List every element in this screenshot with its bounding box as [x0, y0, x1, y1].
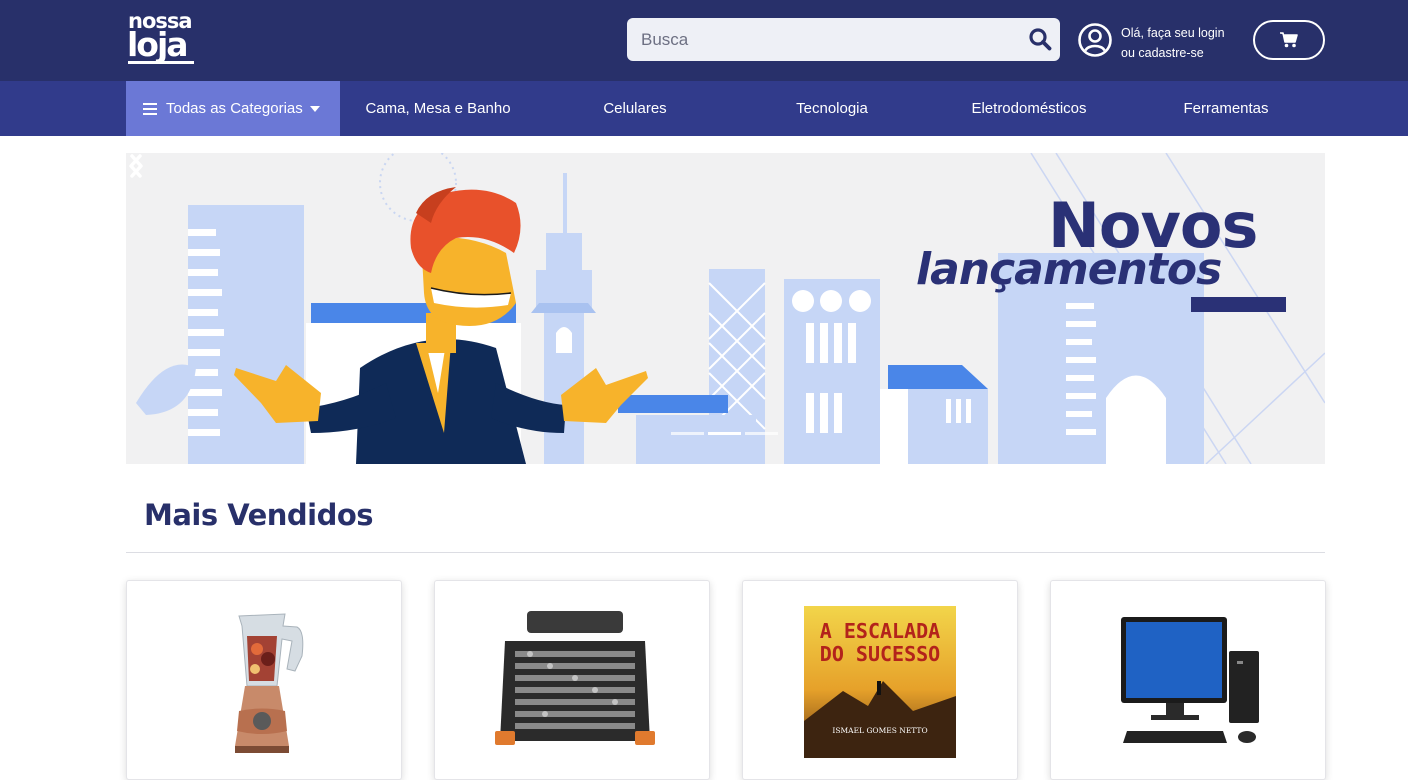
- category-navbar: Todas as Categorias Cama, Mesa e Banho C…: [0, 81, 1408, 136]
- nav-item-tecnologia[interactable]: Tecnologia: [780, 81, 884, 136]
- search-icon: [1029, 28, 1052, 51]
- carousel-indicator[interactable]: [671, 432, 704, 435]
- search-button[interactable]: [1023, 22, 1057, 56]
- account-line-1: Olá, faça seu login: [1121, 26, 1225, 40]
- shopping-cart-icon: [1280, 32, 1298, 48]
- book-title-line-1: A ESCALADA: [820, 619, 940, 643]
- product-card[interactable]: [126, 580, 402, 780]
- toolbox-image: [495, 611, 655, 745]
- top-header: nossa loja Olá, faça seu login ou cadast…: [0, 0, 1408, 81]
- hero-carousel[interactable]: Novos lançamentos: [126, 153, 1325, 464]
- book-title-line-2: DO SUCESSO: [820, 642, 940, 666]
- caret-down-icon: [309, 105, 320, 112]
- logo-underline: [128, 61, 194, 64]
- section-title: Mais Vendidos: [144, 498, 374, 532]
- carousel-indicator[interactable]: [708, 432, 741, 435]
- search-input[interactable]: [627, 18, 1017, 61]
- banner-underline: [1191, 297, 1286, 312]
- book-author: ISMAEL GOMES NETTO: [832, 726, 927, 735]
- banner-title-line-2: lançamentos: [916, 244, 1222, 295]
- product-card[interactable]: [1050, 580, 1326, 780]
- carousel-next-arrow-icon[interactable]: [126, 153, 146, 179]
- nav-item-celulares[interactable]: Celulares: [585, 81, 685, 136]
- book-cover-image: A ESCALADA DO SUCESSO ISMAEL GOMES NETTO: [804, 606, 956, 758]
- nav-item-eletrodomesticos[interactable]: Eletrodomésticos: [958, 81, 1100, 136]
- account-text: Olá, faça seu login ou cadastre-se: [1121, 23, 1225, 63]
- carousel-indicators: [671, 432, 781, 436]
- logo-line-2: loja: [127, 25, 189, 64]
- section-divider: [126, 552, 1325, 553]
- user-circle-icon: [1078, 23, 1112, 57]
- cart-button[interactable]: [1253, 20, 1325, 60]
- all-categories-dropdown[interactable]: Todas as Categorias: [126, 81, 340, 136]
- nav-item-cama-mesa-banho[interactable]: Cama, Mesa e Banho: [355, 81, 521, 136]
- account-line-2: ou cadastre-se: [1121, 46, 1204, 60]
- search-bar: [627, 18, 1060, 61]
- store-logo[interactable]: nossa loja: [127, 10, 197, 68]
- carousel-indicator[interactable]: [745, 432, 778, 435]
- account-login-link[interactable]: Olá, faça seu login ou cadastre-se: [1077, 21, 1247, 61]
- product-card[interactable]: [434, 580, 710, 780]
- all-categories-label: Todas as Categorias: [166, 100, 303, 117]
- desktop-computer-image: [1121, 617, 1259, 743]
- hamburger-icon: [143, 102, 157, 115]
- blender-image: [235, 613, 304, 753]
- nav-item-ferramentas[interactable]: Ferramentas: [1170, 81, 1282, 136]
- product-card[interactable]: A ESCALADA DO SUCESSO ISMAEL GOMES NETTO: [742, 580, 1018, 780]
